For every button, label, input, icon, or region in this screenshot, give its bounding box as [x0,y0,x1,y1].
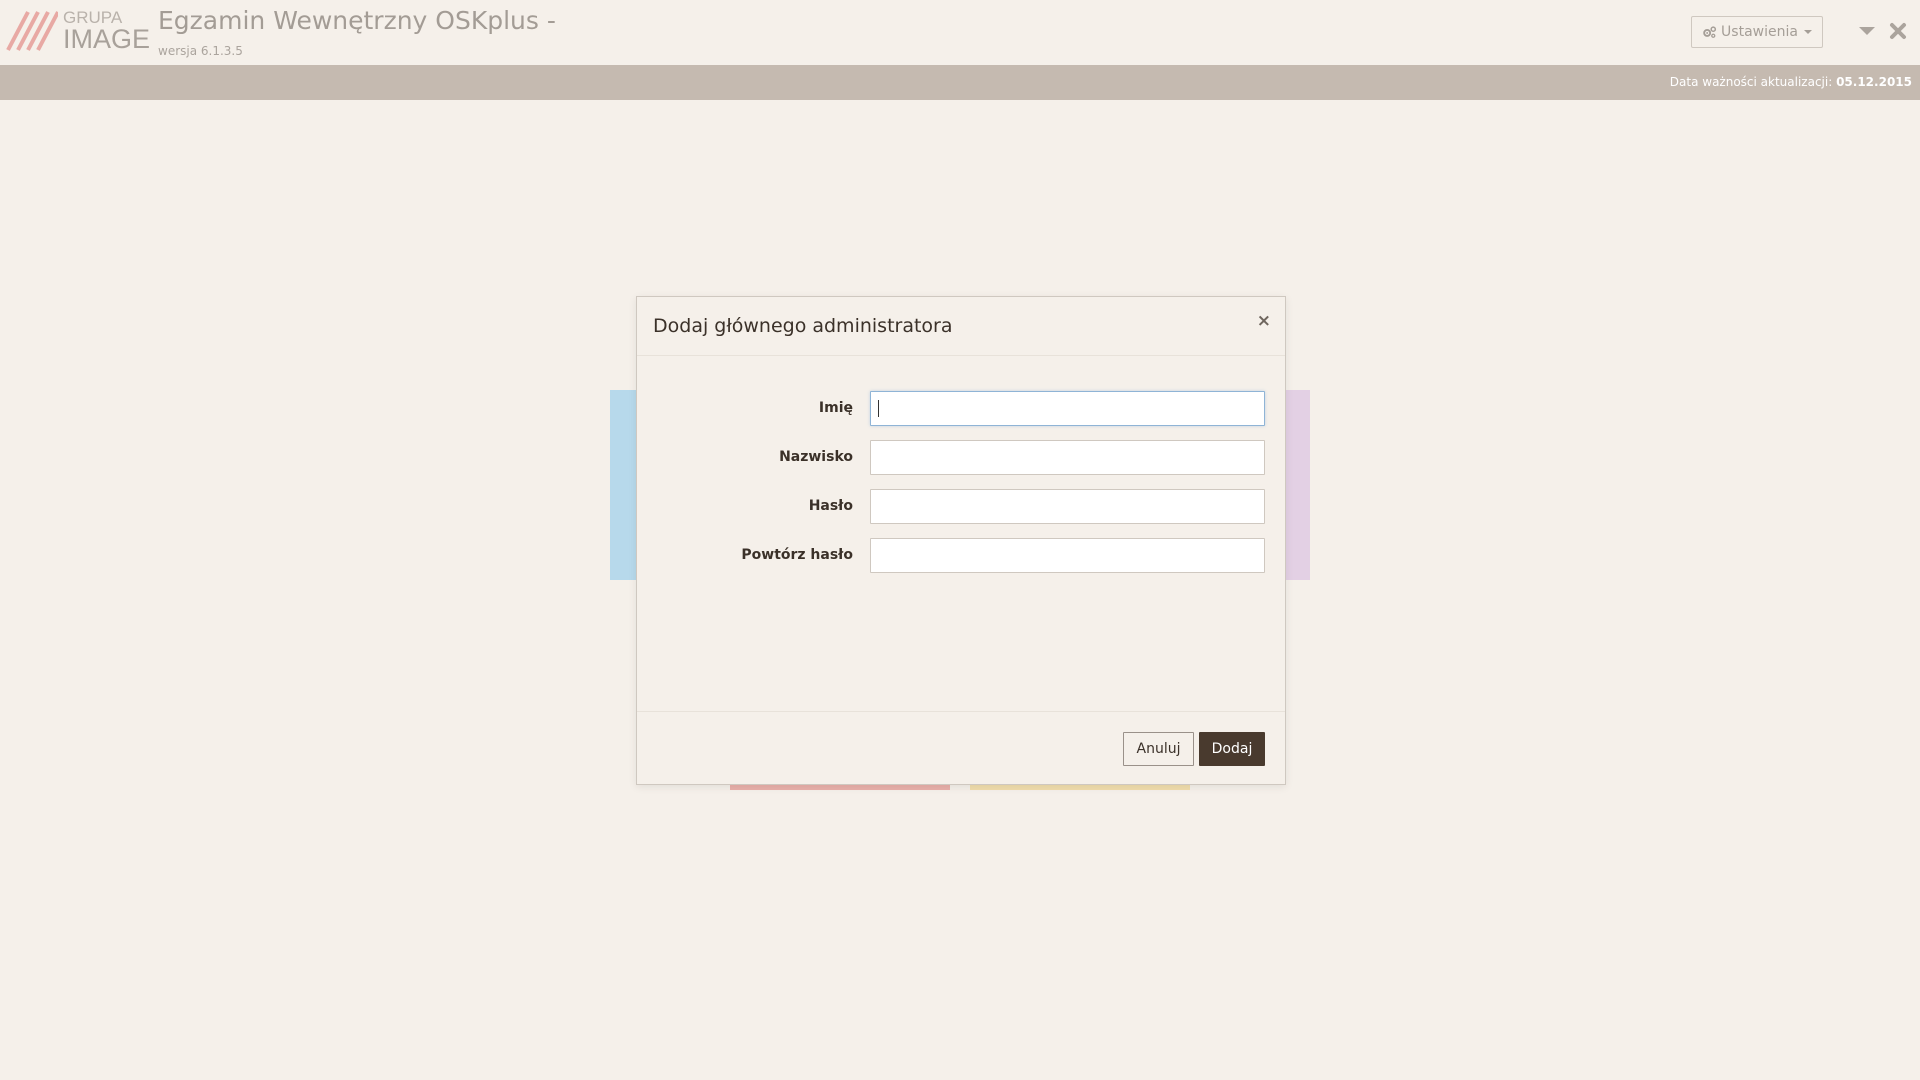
logo-text-bottom: IMAGE [63,24,151,54]
text-caret [878,400,879,417]
update-expiry: Data ważności aktualizacji: 05.12.2015 [1670,75,1912,89]
logo: GRUPA IMAGE [6,8,150,54]
dialog-close-button[interactable]: × [1257,313,1271,330]
form-row-password: Hasło [637,489,1285,525]
app-title: Egzamin Wewnętrzny OSKplus - [158,6,556,35]
settings-label: Ustawienia [1721,24,1798,40]
password-label: Hasło [808,498,853,514]
repeat-password-field[interactable] [870,538,1265,573]
repeat-password-label: Powtórz hasło [741,547,853,563]
form-row-first-name: Imię [637,391,1285,427]
app-window: GRUPA IMAGE Egzamin Wewnętrzny OSKplus -… [0,0,1920,1080]
gears-icon [1703,26,1717,38]
dialog-header: Dodaj głównego administratora × [637,297,1285,356]
header: GRUPA IMAGE Egzamin Wewnętrzny OSKplus -… [0,0,1920,64]
first-name-label: Imię [818,400,853,416]
form-row-last-name: Nazwisko [637,440,1285,476]
dialog-footer: Anuluj Dodaj [637,711,1285,785]
info-bar: Data ważności aktualizacji: 05.12.2015 [0,65,1920,100]
add-admin-dialog: Dodaj głównego administratora × Imię Naz… [636,296,1286,785]
caret-down-icon [1803,30,1812,34]
logo-stripes-icon [6,11,58,51]
close-icon[interactable] [1889,22,1907,40]
add-button[interactable]: Dodaj [1199,732,1265,766]
dialog-title: Dodaj głównego administratora [653,315,953,337]
form-row-repeat-password: Powtórz hasło [637,538,1285,574]
first-name-field[interactable] [870,391,1265,426]
update-expiry-label: Data ważności aktualizacji: [1669,75,1837,89]
settings-button[interactable]: Ustawienia [1691,16,1823,48]
last-name-label: Nazwisko [779,449,853,465]
last-name-field[interactable] [870,440,1265,475]
update-expiry-date: 05.12.2015 [1836,75,1912,89]
chevron-down-icon[interactable] [1858,24,1876,38]
app-version: wersja 6.1.3.5 [158,44,243,58]
password-field[interactable] [870,489,1265,524]
cancel-button[interactable]: Anuluj [1123,732,1194,766]
